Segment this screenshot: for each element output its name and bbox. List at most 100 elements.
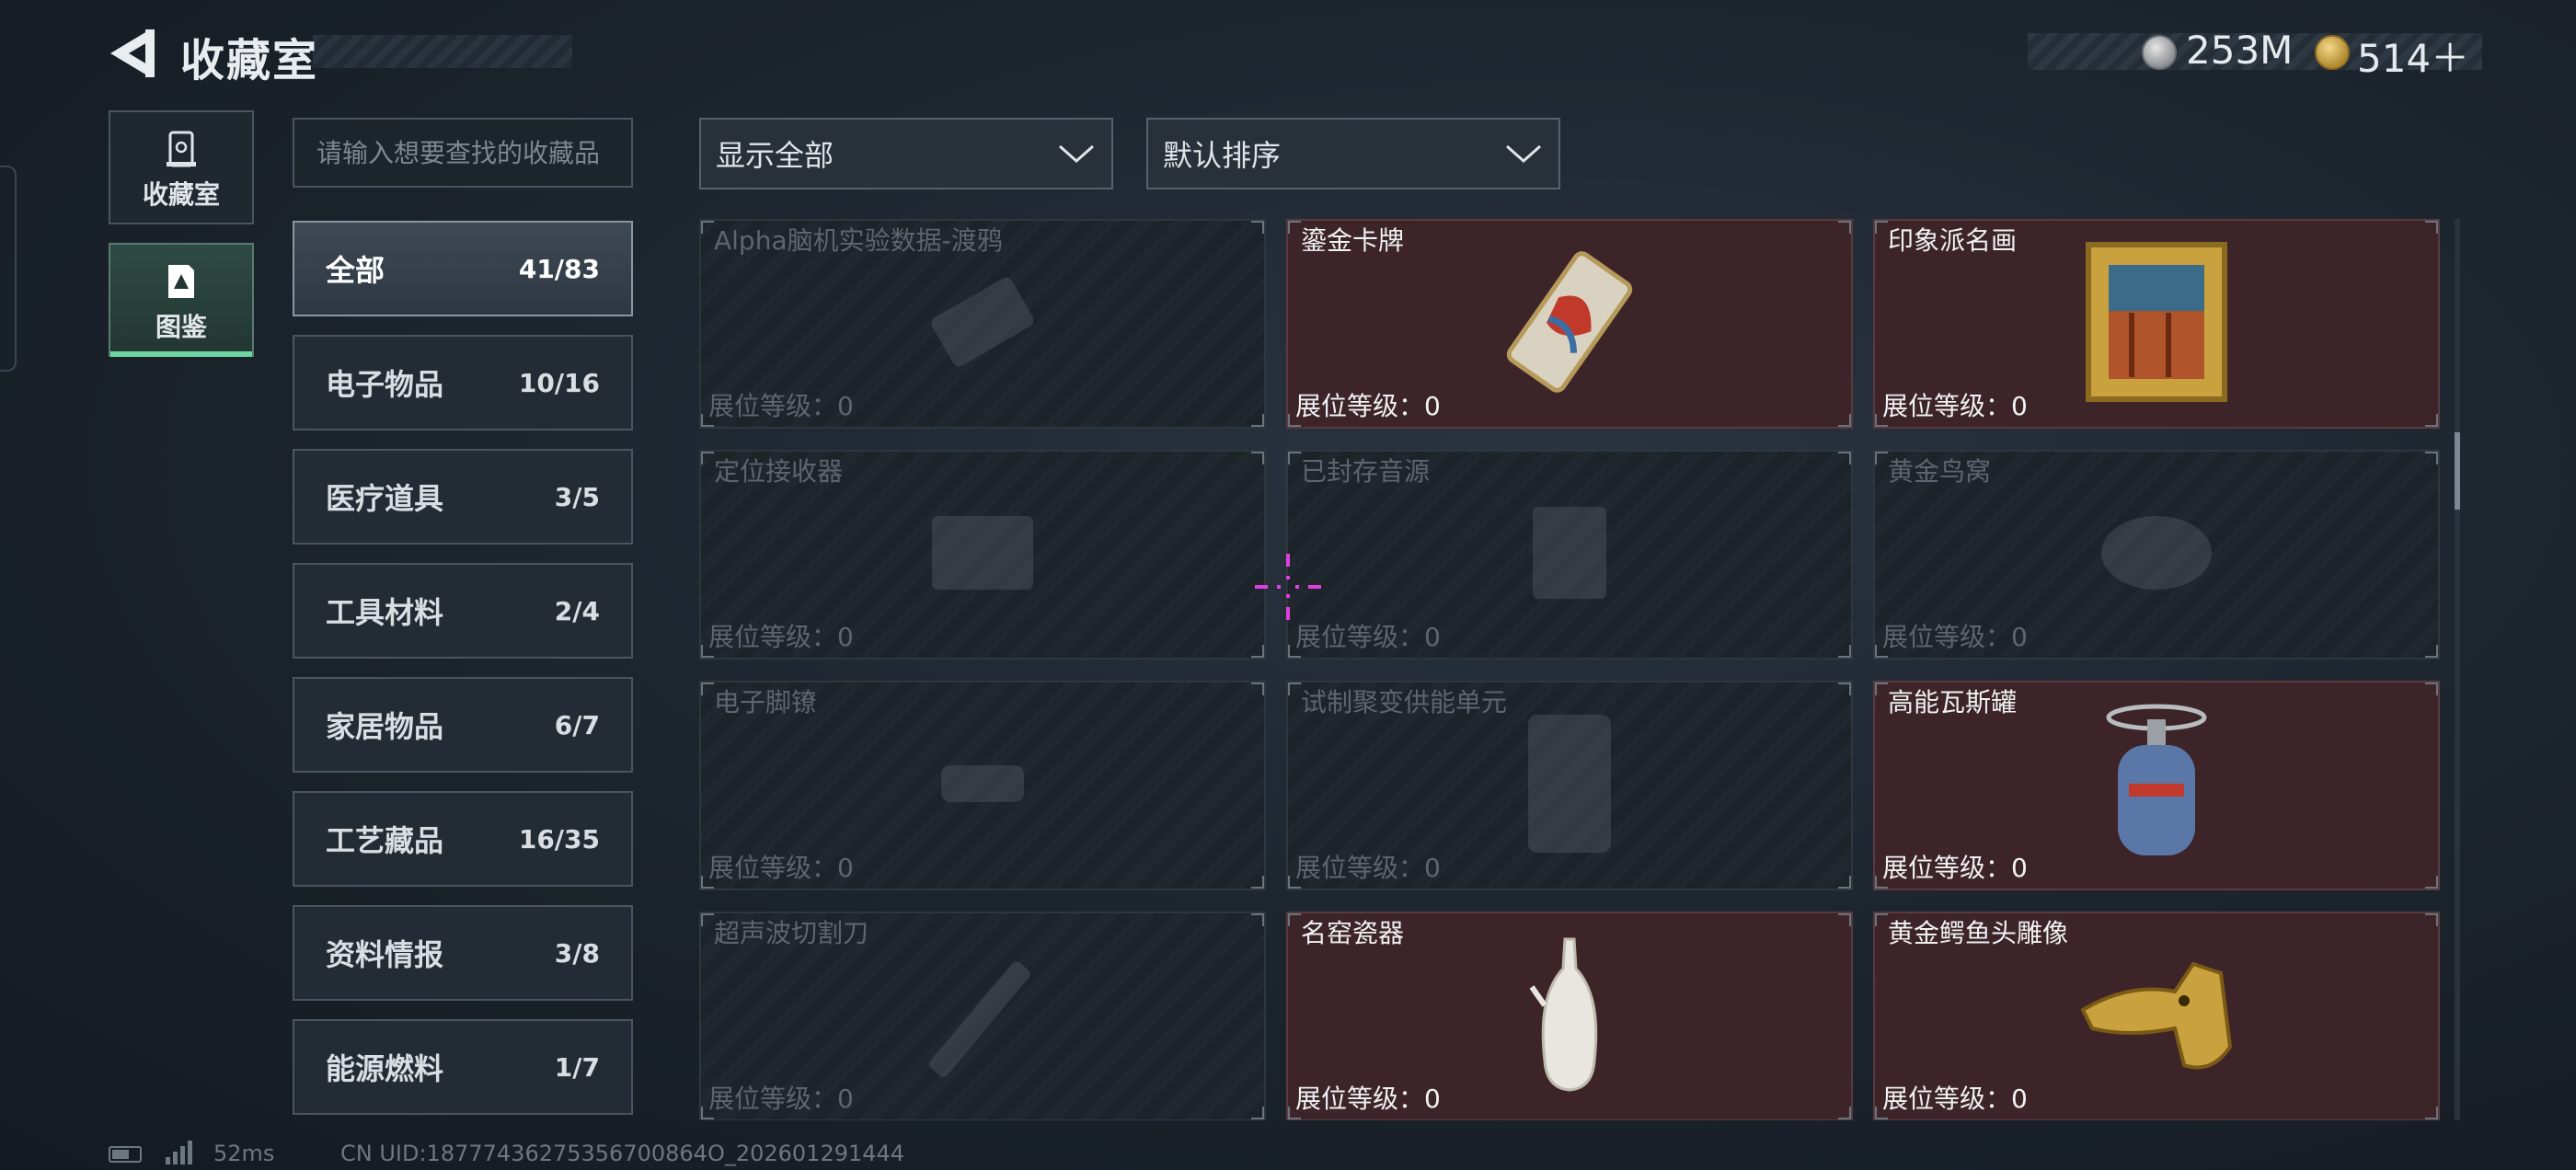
codex-icon (168, 265, 194, 298)
card-corner (1288, 876, 1301, 889)
card-corner (2425, 452, 2438, 465)
side-drawer-handle[interactable] (0, 166, 17, 372)
scrollbar-track[interactable] (2455, 219, 2460, 1120)
card-corner (1251, 645, 1264, 658)
item-name: 名窑瓷器 (1301, 918, 1405, 948)
porcelain-vase-icon (1528, 932, 1611, 1101)
back-button[interactable] (103, 24, 162, 83)
tab-codex[interactable]: 图鉴 (109, 243, 254, 357)
category-count: 3/5 (554, 481, 600, 512)
category-item[interactable]: 电子物品 10/16 (293, 335, 633, 430)
card-corner (1838, 221, 1851, 234)
card-corner (1838, 452, 1851, 465)
collection-item-card[interactable]: 黄金鸟窝 展位等级：0 (1873, 450, 2440, 660)
card-corner (1251, 876, 1264, 889)
collection-room-icon (167, 131, 196, 167)
card-corner (2425, 876, 2438, 889)
card-corner (1838, 682, 1851, 695)
category-item[interactable]: 工具材料 2/4 (293, 563, 633, 659)
crosshair-icon (1255, 554, 1321, 620)
card-corner (1875, 913, 1888, 926)
item-name: 黄金鸟窝 (1888, 456, 1992, 487)
item-name: 印象派名画 (1888, 225, 2018, 256)
item-level: 展位等级：0 (1295, 622, 1441, 652)
item-name: 试制聚变供能单元 (1301, 687, 1508, 717)
item-name: 已封存音源 (1301, 456, 1431, 487)
card-corner (2425, 221, 2438, 234)
signal-icon (166, 1141, 195, 1164)
category-count: 16/35 (518, 823, 600, 855)
card-corner (1288, 221, 1301, 234)
search-input[interactable] (293, 118, 633, 188)
card-corner (1288, 414, 1301, 427)
collection-item-card[interactable]: 已封存音源展位等级：0 (1286, 450, 1853, 660)
tab-collection-room[interactable]: 收藏室 (109, 110, 254, 224)
item-name: 鎏金卡牌 (1301, 225, 1405, 256)
scrollbar-thumb[interactable] (2455, 432, 2460, 510)
item-level: 展位等级：0 (708, 622, 854, 652)
ping-text: 52ms (213, 1141, 275, 1166)
sort-dropdown[interactable]: 默认排序 (1146, 118, 1560, 189)
item-name: 定位接收器 (714, 456, 844, 487)
category-name: 工具材料 (326, 595, 444, 630)
audio-device-icon (1505, 488, 1634, 621)
category-name: 家居物品 (326, 709, 444, 744)
collection-item-card[interactable]: 鎏金卡牌 展位等级：0 (1286, 219, 1853, 429)
category-item[interactable]: 资料情报 3/8 (293, 905, 633, 1001)
card-corner (701, 876, 714, 889)
category-item[interactable]: 能源燃料 1/7 (293, 1019, 633, 1115)
card-corner (2425, 1107, 2438, 1119)
collection-item-card[interactable]: 超声波切割刀 展位等级：0 (699, 912, 1266, 1120)
collection-item-card[interactable]: 黄金鳄鱼头雕像 展位等级：0 (1873, 912, 2440, 1120)
category-item[interactable]: 工艺藏品 16/35 (293, 791, 633, 887)
receiver-icon (914, 488, 1052, 621)
item-name: 高能瓦斯罐 (1888, 687, 2018, 717)
card-corner (1838, 1107, 1851, 1119)
card-corner (2425, 414, 2438, 427)
back-arrow-icon (110, 29, 155, 77)
gas-canister-icon (2101, 701, 2212, 870)
bird-nest-icon (2087, 498, 2225, 612)
card-corner (1838, 414, 1851, 427)
collection-item-card[interactable]: 印象派名画 展位等级：0 (1873, 219, 2440, 429)
item-level: 展位等级：0 (708, 1084, 854, 1114)
collection-item-card[interactable]: 名窑瓷器展位等级：0 (1286, 912, 1853, 1120)
card-corner (1875, 452, 1888, 465)
ankle-monitor-icon (914, 728, 1052, 843)
title-decoration (313, 35, 572, 68)
battery-icon (109, 1146, 142, 1163)
tab-codex-label: 图鉴 (155, 312, 207, 342)
tab-collection-room-label: 收藏室 (142, 179, 220, 210)
card-corner (1251, 414, 1264, 427)
category-count: 3/8 (554, 937, 600, 969)
category-count: 6/7 (554, 709, 600, 740)
card-corner (1875, 645, 1888, 658)
item-level: 展位等级：0 (1882, 1084, 2028, 1114)
card-corner (701, 645, 714, 658)
category-item[interactable]: 家居物品 6/7 (293, 677, 633, 773)
fusion-unit-icon (1510, 705, 1629, 866)
category-name: 电子物品 (326, 367, 444, 402)
gold-currency-value: 514＋ (2357, 36, 2470, 81)
collection-item-card[interactable]: 定位接收器展位等级：0 (699, 450, 1266, 660)
card-corner (1838, 876, 1851, 889)
category-name: 工艺藏品 (326, 823, 444, 858)
display-filter-dropdown[interactable]: 显示全部 (699, 118, 1113, 189)
card-corner (1288, 645, 1301, 658)
item-level: 展位等级：0 (1882, 853, 2028, 883)
uid-text: CN UID:18777436275356700864O_20260129144… (340, 1141, 905, 1166)
collection-item-card[interactable]: 电子脚镣展位等级：0 (699, 681, 1266, 890)
item-name: 电子脚镣 (714, 687, 818, 717)
category-item[interactable]: 全部 41/83 (293, 221, 633, 316)
category-item[interactable]: 医疗道具 3/5 (293, 449, 633, 545)
collection-item-card[interactable]: 试制聚变供能单元 展位等级：0 (1286, 681, 1853, 890)
item-name: Alpha脑机实验数据-渡鸦 (714, 225, 1003, 256)
item-level: 展位等级：0 (1295, 1084, 1441, 1114)
collection-item-card[interactable]: Alpha脑机实验数据-渡鸦 展位等级：0 (699, 219, 1266, 429)
item-level: 展位等级：0 (708, 853, 854, 883)
card-corner (1288, 913, 1301, 926)
card-corner (701, 913, 714, 926)
card-corner (1251, 913, 1264, 926)
card-corner (1251, 221, 1264, 234)
collection-item-card[interactable]: 高能瓦斯罐展位等级：0 (1873, 681, 2440, 890)
